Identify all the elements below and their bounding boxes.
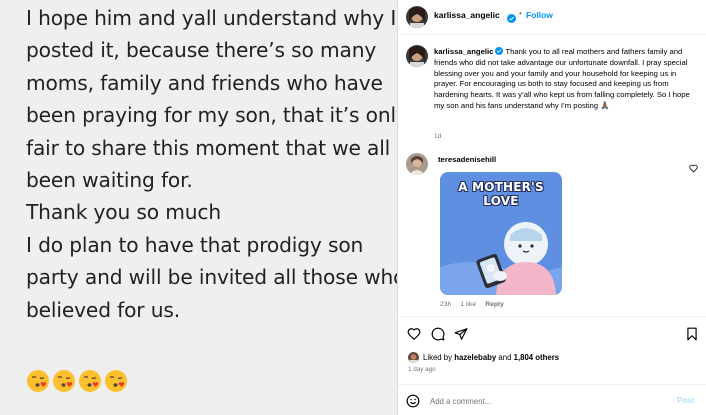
divider: [398, 384, 706, 385]
liked-by-user[interactable]: hazelebaby: [454, 353, 496, 362]
speech-bubble-icon[interactable]: [431, 327, 445, 341]
heart-outline-icon[interactable]: [407, 327, 421, 341]
likes-prefix: Liked by: [423, 353, 455, 362]
likes-count[interactable]: 1,804 others: [514, 353, 560, 362]
post-date[interactable]: 1 day ago: [408, 366, 436, 373]
header-separator: •: [519, 9, 522, 18]
kissing-face-with-heart-icon: [52, 369, 76, 393]
kissing-face-with-heart-icon: [26, 369, 50, 393]
comment-image-title: A MOTHER'S LOVE: [458, 180, 544, 208]
story-line: posted it, because there’s so many: [26, 38, 377, 63]
kissing-face-with-heart-icon: [78, 369, 102, 393]
smiley-icon[interactable]: [406, 394, 420, 408]
comment-timestamp[interactable]: 23h: [440, 301, 451, 308]
comment-likes[interactable]: 1 like: [460, 301, 476, 308]
likes-summary: Liked by hazelebaby and 1,804 others: [423, 353, 559, 362]
post-panel: karlissa_angelic • Follow karlissa_angel…: [398, 0, 706, 415]
story-text: I hope him and yall understand why I pos…: [26, 2, 397, 326]
story-line: Thank you so much: [26, 200, 221, 225]
verified-badge-icon: [507, 10, 516, 23]
story-line: been praying for my son, that it’s only: [26, 103, 397, 128]
heart-outline-icon[interactable]: [689, 160, 698, 173]
follow-button[interactable]: Follow: [526, 10, 553, 20]
avatar[interactable]: [406, 6, 428, 28]
verified-badge-icon: [495, 47, 504, 55]
comment-username[interactable]: teresadenisehill: [438, 155, 496, 164]
caption-text: Thank you to all real mothers and father…: [434, 47, 690, 110]
add-comment-input[interactable]: [430, 393, 670, 409]
story-line: believed for us.: [26, 297, 180, 322]
story-line: I do plan to have that prodigy son: [26, 232, 364, 257]
emoji-row: [26, 369, 128, 393]
reply-button[interactable]: Reply: [485, 301, 504, 308]
avatar[interactable]: [406, 45, 428, 67]
paper-plane-icon[interactable]: [454, 327, 468, 341]
post-caption: karlissa_angelic Thank you to all real mo…: [434, 47, 696, 112]
story-line: fair to share this moment that we all: [26, 135, 391, 160]
avatar[interactable]: [406, 153, 428, 175]
story-line: moms, family and friends who have: [26, 70, 383, 95]
comment-image: A MOTHER'S LOVE: [440, 172, 562, 295]
story-image: I hope him and yall understand why I pos…: [0, 0, 397, 415]
story-line: I hope him and yall understand why I: [26, 6, 397, 30]
avatar[interactable]: [408, 352, 419, 363]
caption-username[interactable]: karlissa_angelic: [434, 47, 493, 56]
header-username[interactable]: karlissa_angelic: [434, 10, 500, 20]
story-line: party and will be invited all those who: [26, 265, 397, 290]
post-comment-button[interactable]: Post: [677, 396, 694, 405]
bookmark-icon[interactable]: [685, 327, 699, 341]
comment-meta: 23h 1 like Reply: [440, 301, 504, 308]
kissing-face-with-heart-icon: [104, 369, 128, 393]
caption-timestamp[interactable]: 1d: [434, 133, 441, 140]
post-header: karlissa_angelic • Follow: [398, 0, 706, 32]
story-line: been waiting for.: [26, 168, 193, 193]
divider: [398, 316, 706, 317]
divider: [398, 34, 706, 35]
likes-middle: and: [496, 353, 514, 362]
